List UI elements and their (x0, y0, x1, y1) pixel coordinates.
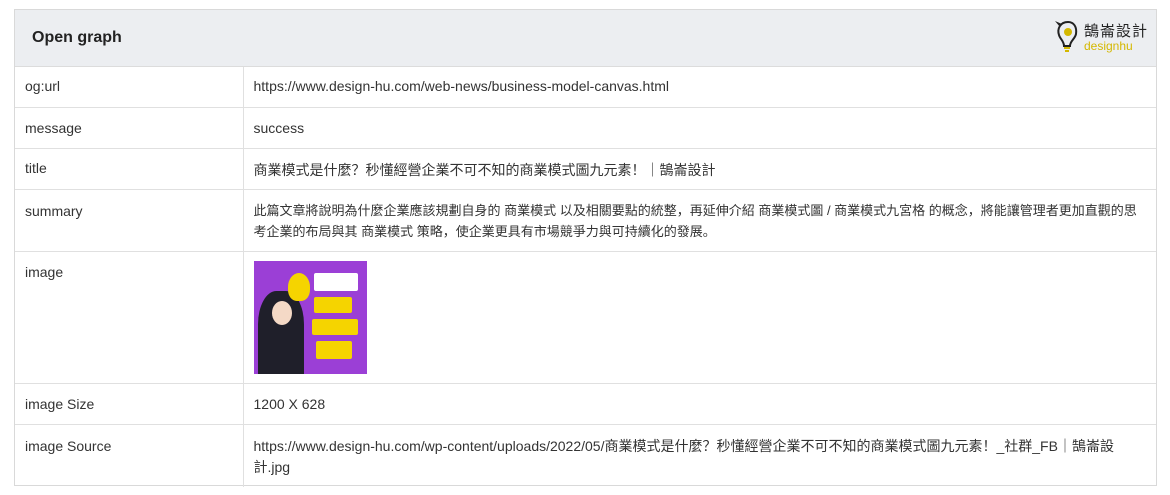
table-row: image Size 1200 X 628 (15, 383, 1156, 425)
image-source-value: https://www.design-hu.com/wp-content/upl… (253, 438, 1114, 475)
logo-chinese-text: 鵠崙設計 (1083, 23, 1148, 40)
table-row: message success (15, 107, 1156, 149)
panel-title: Open graph (32, 29, 122, 46)
table-row: og:url https://www.design-hu.com/web-new… (15, 67, 1156, 108)
open-graph-panel: Open graph 鵠崙設計 designhu og:url https://… (14, 9, 1157, 487)
summary-value: 此篇文章將說明為什麼企業應該規劃自身的 商業模式 以及相關要點的統整，再延伸介紹… (253, 203, 1137, 239)
row-key: title (25, 160, 47, 176)
title-value: 商業模式是什麼？秒懂經營企業不可不知的商業模式圖九元素！｜鵠崙設計 (253, 162, 716, 178)
table-row: image (15, 251, 1156, 384)
bulb-bird-icon (1054, 20, 1078, 52)
table-row: title 商業模式是什麼？秒懂經營企業不可不知的商業模式圖九元素！｜鵠崙設計 (15, 148, 1156, 190)
row-key: message (25, 120, 82, 136)
panel-header: Open graph 鵠崙設計 designhu (15, 10, 1156, 67)
open-graph-table: og:url https://www.design-hu.com/web-new… (15, 67, 1156, 487)
row-key: og:url (25, 78, 61, 94)
logo-english-text: designhu (1083, 39, 1133, 53)
row-key: summary (25, 203, 83, 219)
designhu-logo: 鵠崙設計 designhu (1054, 18, 1148, 58)
message-value: success (253, 120, 305, 136)
og-url-value: https://www.design-hu.com/web-news/busin… (253, 78, 670, 94)
table-row: image Source https://www.design-hu.com/w… (15, 424, 1156, 487)
row-key: image Source (25, 438, 112, 454)
table-row: summary 此篇文章將說明為什麼企業應該規劃自身的 商業模式 以及相關要點的… (15, 189, 1156, 252)
row-key: image Size (25, 396, 95, 412)
row-key: image (25, 264, 64, 280)
image-size-value: 1200 X 628 (253, 396, 326, 412)
og-image-thumbnail (253, 261, 367, 374)
